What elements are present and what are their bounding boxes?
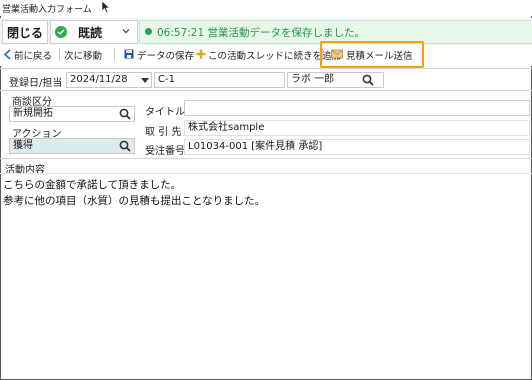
divider (0, 158, 532, 159)
divider (0, 68, 532, 69)
date-field[interactable]: 2024/11/28 (66, 72, 152, 88)
notification-text: 06:57:21 営業活動データを保存しました。 (157, 27, 365, 39)
highlight-box (320, 41, 424, 68)
check-icon (55, 26, 67, 38)
window-title: 営業活動入力フォーム (2, 5, 92, 15)
next-button[interactable]: 次に移動 (64, 48, 102, 62)
toolbar-divider (114, 48, 115, 61)
staff-code-field[interactable]: C-1 (154, 72, 285, 88)
search-icon[interactable] (119, 108, 131, 120)
mouse-cursor-icon (101, 1, 111, 13)
title-label: タイトル (145, 107, 185, 118)
action-field[interactable]: 獲得 (9, 138, 135, 154)
date-staff-label: 登録日/担当 (9, 78, 63, 89)
staff-code-value: C-1 (158, 74, 175, 85)
order-number-label: 受注番号 (145, 146, 185, 157)
save-data-button[interactable]: データの保存 (137, 48, 194, 62)
action-value: 獲得 (13, 140, 33, 151)
activity-text-line[interactable]: 参考に他の項目（水質）の見積も提出ことなりました。 (3, 193, 265, 208)
order-number-value: L01034-001 [案件見積 承認] (188, 141, 323, 152)
order-number-field[interactable]: L01034-001 [案件見積 承認] (184, 139, 530, 155)
date-value: 2024/11/28 (70, 74, 128, 85)
divider (0, 90, 532, 91)
read-status-label: 既読 (78, 26, 103, 40)
client-field[interactable]: 株式会社sample (184, 120, 530, 136)
staff-name-value: ラボ 一郎 (291, 74, 335, 85)
add-plus-icon (196, 49, 206, 59)
arrow-left-icon (3, 49, 11, 60)
category-field[interactable]: 新規開拓 (9, 106, 135, 122)
save-disk-icon (124, 49, 134, 59)
divider (0, 173, 532, 174)
close-button[interactable]: 閉じる (2, 20, 48, 44)
search-icon[interactable] (362, 74, 374, 86)
status-dot-icon (145, 28, 152, 35)
back-button[interactable]: 前に戻る (14, 48, 52, 62)
search-icon[interactable] (119, 140, 131, 152)
client-value: 株式会社sample (188, 122, 265, 133)
title-field[interactable] (184, 100, 530, 116)
category-value: 新規開拓 (13, 108, 53, 119)
activity-text-line[interactable]: こちらの金額で承諾して頂きました。 (3, 177, 181, 192)
title-bar: 営業活動入力フォーム (0, 0, 532, 16)
client-label: 取 引 先 (145, 127, 182, 138)
toolbar-divider (59, 48, 60, 61)
date-dropdown-icon[interactable] (141, 78, 149, 83)
chevron-down-icon[interactable] (121, 26, 131, 36)
